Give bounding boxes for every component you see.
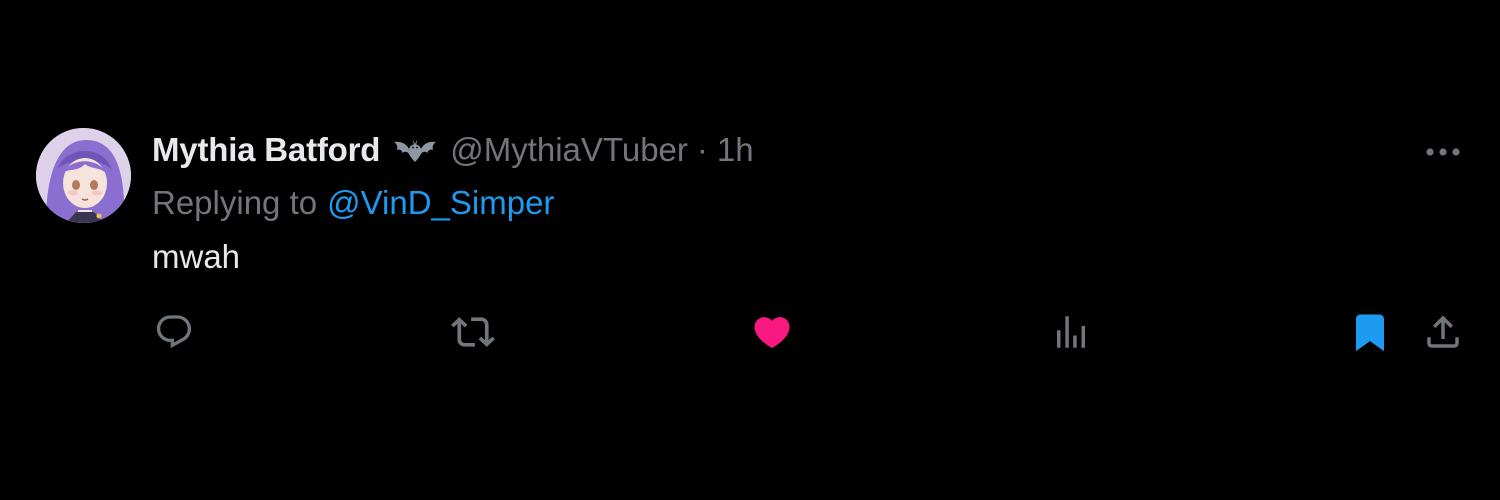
timestamp[interactable]: 1h [717, 131, 754, 169]
bookmark-button[interactable] [1348, 310, 1392, 354]
bar-chart-icon [1057, 316, 1085, 348]
reply-button[interactable] [152, 310, 196, 354]
views-button[interactable] [1049, 310, 1093, 354]
display-name[interactable]: Mythia Batford [152, 131, 380, 169]
speech-bubble-icon [156, 315, 192, 349]
retweet-button[interactable] [451, 310, 495, 354]
reply-prefix: Replying to [152, 184, 318, 221]
reply-context: Replying to @VinD_Simper [152, 181, 554, 225]
tweet-card[interactable]: Mythia Batford @MythiaVTuber · 1h Replyi… [0, 0, 1500, 500]
like-button[interactable] [750, 310, 794, 354]
tweet-text: mwah [152, 238, 241, 275]
user-handle[interactable]: @MythiaVTuber [450, 131, 688, 169]
avatar-image [36, 128, 131, 223]
separator-dot: · [696, 131, 708, 168]
heart-icon [754, 317, 790, 349]
bookmark-icon [1356, 314, 1384, 352]
avatar[interactable] [36, 128, 131, 223]
tweet-header: Mythia Batford @MythiaVTuber · 1h [152, 128, 754, 172]
retweet-arrows-icon [451, 317, 495, 347]
share-upload-icon [1427, 315, 1459, 348]
bat-icon [392, 135, 438, 165]
more-options-button[interactable] [1422, 136, 1464, 168]
reply-to-link[interactable]: @VinD_Simper [327, 184, 554, 222]
share-button[interactable] [1421, 310, 1465, 354]
ellipsis-icon [1426, 148, 1460, 156]
